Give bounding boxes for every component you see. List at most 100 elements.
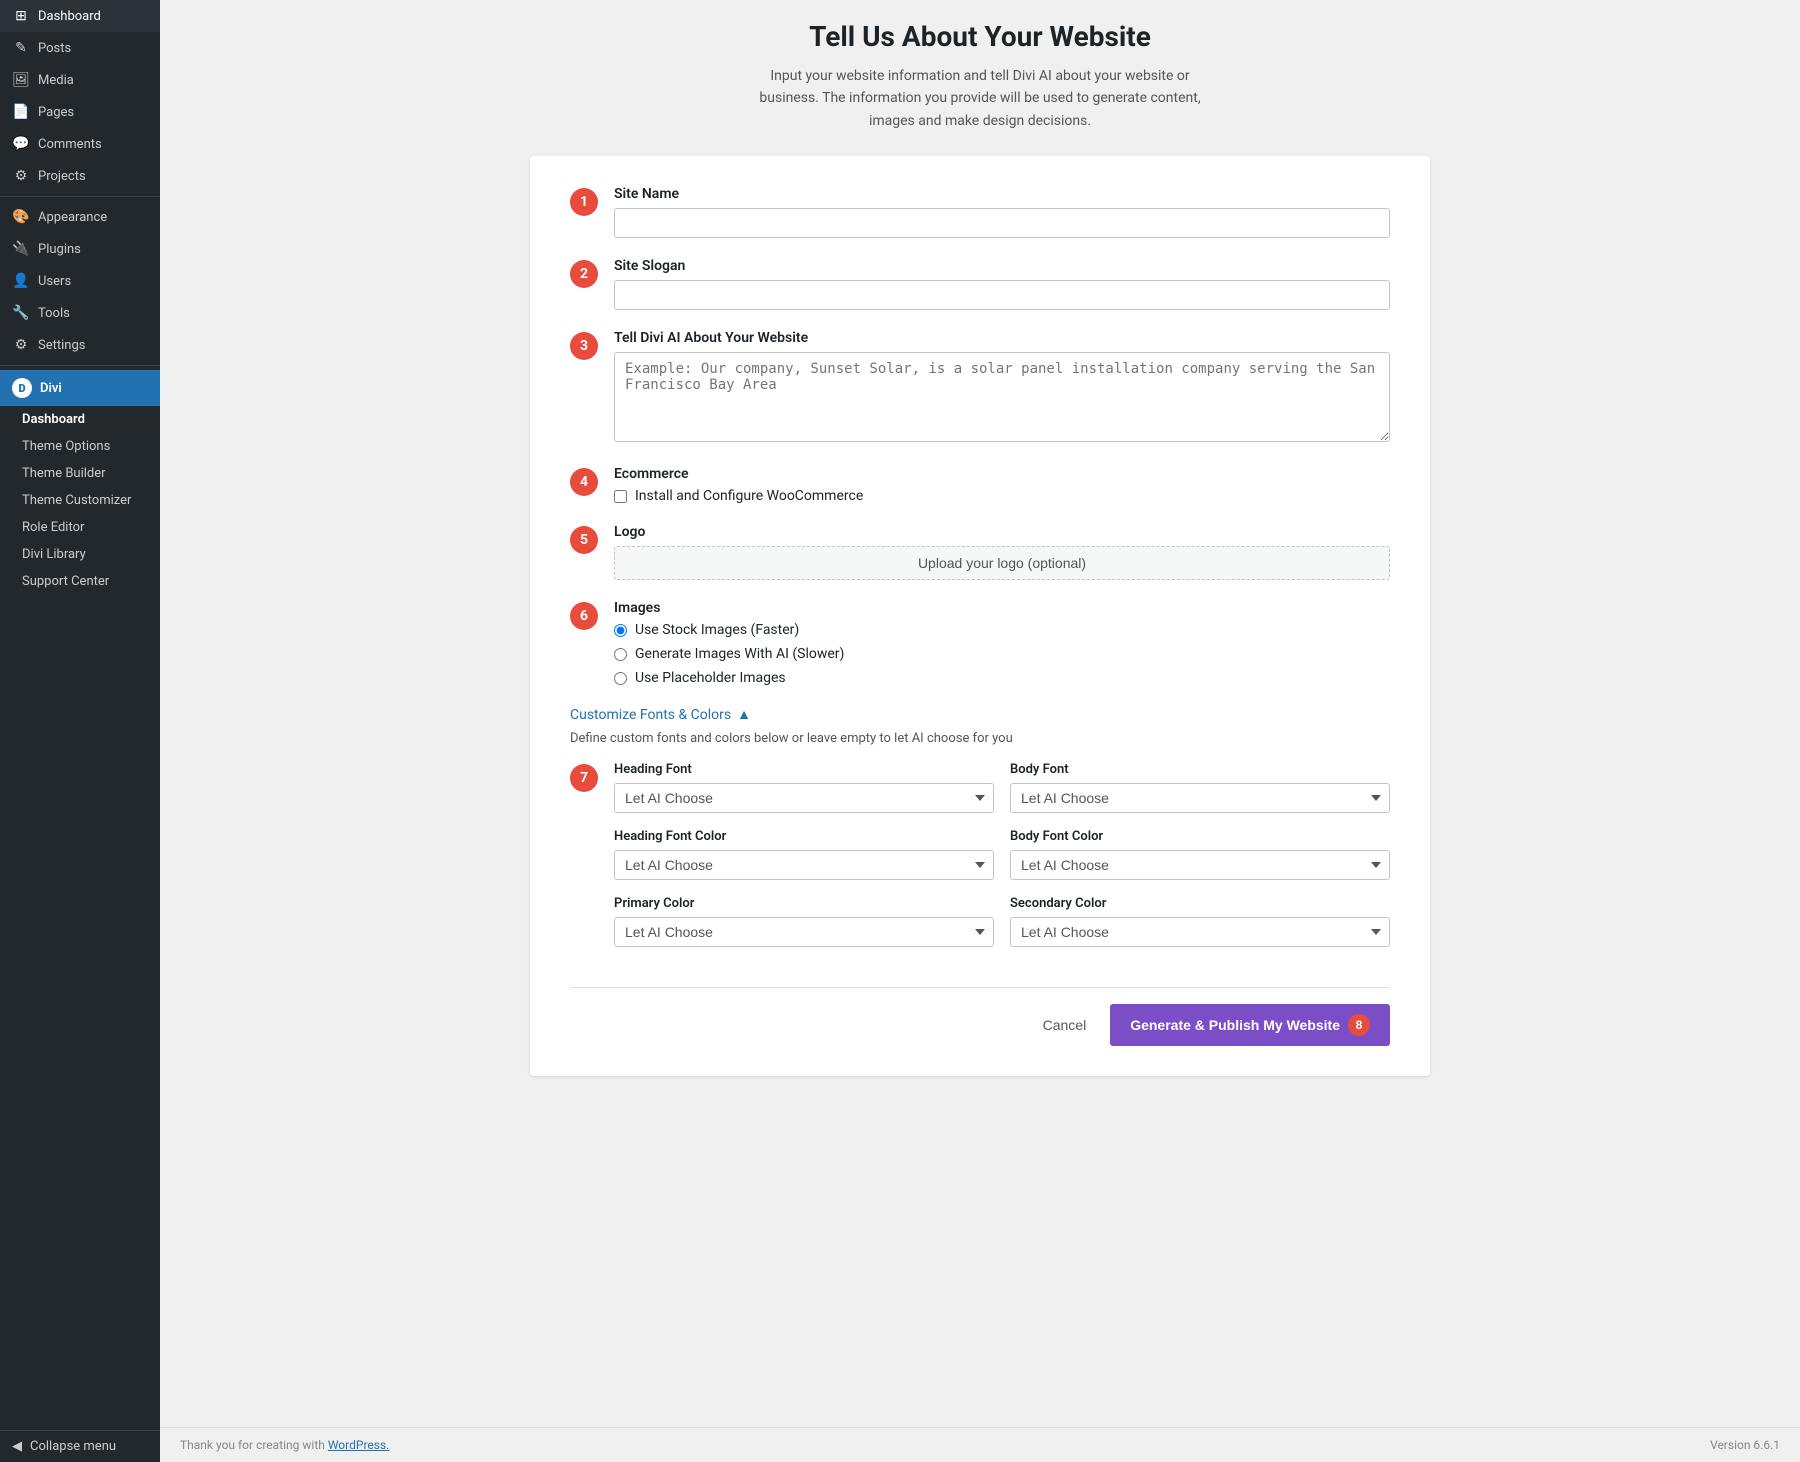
secondary-color-select[interactable]: Let AI Choose [1010, 917, 1390, 947]
woocommerce-checkbox[interactable] [614, 490, 627, 503]
sidebar-sub-item-theme-builder[interactable]: Theme Builder [0, 460, 160, 487]
page-title: Tell Us About Your Website [200, 20, 1760, 53]
sidebar-item-appearance[interactable]: 🎨 Appearance [0, 201, 160, 233]
sidebar-item-tools[interactable]: 🔧 Tools [0, 297, 160, 329]
secondary-color-field: Secondary Color Let AI Choose [1010, 896, 1390, 947]
sidebar-item-comments[interactable]: 💬 Comments [0, 128, 160, 160]
sidebar-item-pages[interactable]: 📄 Pages [0, 96, 160, 128]
page-wrapper: Tell Us About Your Website Input your we… [160, 0, 1800, 1462]
heading-font-select[interactable]: Let AI Choose [614, 783, 994, 813]
customize-fonts-toggle[interactable]: Customize Fonts & Colors ▲ [570, 706, 1390, 723]
section-images: 6 Images Use Stock Images (Faster) Gener… [570, 600, 1390, 686]
generate-label: Generate & Publish My Website [1130, 1017, 1340, 1033]
woocommerce-label: Install and Configure WooCommerce [635, 488, 863, 504]
about-textarea[interactable] [614, 352, 1390, 442]
page-subtitle: Input your website information and tell … [750, 65, 1210, 132]
heading-font-color-select[interactable]: Let AI Choose [614, 850, 994, 880]
settings-icon: ⚙ [12, 337, 30, 353]
radio-stock-label: Use Stock Images (Faster) [635, 622, 799, 638]
wordpress-link[interactable]: WordPress. [328, 1438, 389, 1452]
section-2-content: Site Slogan [614, 258, 1390, 310]
body-font-color-label: Body Font Color [1010, 829, 1390, 844]
section-6-content: Images Use Stock Images (Faster) Generat… [614, 600, 1390, 686]
generate-button[interactable]: Generate & Publish My Website 8 [1110, 1004, 1390, 1046]
body-font-select[interactable]: Let AI Choose [1010, 783, 1390, 813]
sidebar-divider-1 [0, 196, 160, 197]
sidebar-item-users[interactable]: 👤 Users [0, 265, 160, 297]
radio-placeholder: Use Placeholder Images [614, 670, 1390, 686]
customize-info-text: Define custom fonts and colors below or … [570, 731, 1390, 746]
section-4-content: Ecommerce Install and Configure WooComme… [614, 466, 1390, 504]
radio-ai-label: Generate Images With AI (Slower) [635, 646, 844, 662]
form-footer: Cancel Generate & Publish My Website 8 [570, 987, 1390, 1046]
section-about: 3 Tell Divi AI About Your Website [570, 330, 1390, 446]
site-name-input[interactable] [614, 208, 1390, 238]
projects-icon: ⚙ [12, 168, 30, 184]
step-5-badge: 5 [570, 526, 598, 554]
radio-ai-input[interactable] [614, 648, 627, 661]
step-1-badge: 1 [570, 188, 598, 216]
sidebar-sub-item-divi-library[interactable]: Divi Library [0, 541, 160, 568]
sidebar-sub-item-dashboard[interactable]: Dashboard [0, 406, 160, 433]
plugins-icon: 🔌 [12, 241, 30, 257]
chevron-up-icon: ▲ [737, 706, 751, 723]
sidebar-divider-2 [0, 365, 160, 366]
version-text: Version 6.6.1 [1710, 1438, 1780, 1452]
sidebar: ⊞ Dashboard ✎ Posts 🖼 Media 📄 Pages 💬 Co… [0, 0, 160, 1462]
cancel-button[interactable]: Cancel [1031, 1011, 1099, 1039]
woocommerce-row: Install and Configure WooCommerce [614, 488, 1390, 504]
form-card: 1 Site Name 2 Site Slogan 3 Tell Divi AI… [530, 156, 1430, 1076]
sidebar-item-projects[interactable]: ⚙ Projects [0, 160, 160, 192]
site-slogan-input[interactable] [614, 280, 1390, 310]
images-label: Images [614, 600, 1390, 616]
heading-font-color-field: Heading Font Color Let AI Choose [614, 829, 994, 880]
sidebar-sub-item-support-center[interactable]: Support Center [0, 568, 160, 595]
step-4-badge: 4 [570, 468, 598, 496]
section-7-content: Heading Font Let AI Choose Body Font Let… [614, 762, 1390, 963]
site-slogan-label: Site Slogan [614, 258, 1390, 274]
sidebar-item-plugins[interactable]: 🔌 Plugins [0, 233, 160, 265]
secondary-color-label: Secondary Color [1010, 896, 1390, 911]
section-logo: 5 Logo Upload your logo (optional) [570, 524, 1390, 580]
body-font-label: Body Font [1010, 762, 1390, 777]
sidebar-sub-menu: Dashboard Theme Options Theme Builder Th… [0, 406, 160, 595]
primary-color-field: Primary Color Let AI Choose [614, 896, 994, 947]
primary-color-label: Primary Color [614, 896, 994, 911]
logo-label: Logo [614, 524, 1390, 540]
body-font-color-field: Body Font Color Let AI Choose [1010, 829, 1390, 880]
images-radio-group: Use Stock Images (Faster) Generate Image… [614, 622, 1390, 686]
primary-color-select[interactable]: Let AI Choose [614, 917, 994, 947]
collapse-menu-button[interactable]: ◀ Collapse menu [0, 1430, 160, 1462]
appearance-icon: 🎨 [12, 209, 30, 225]
radio-placeholder-input[interactable] [614, 672, 627, 685]
sidebar-item-settings[interactable]: ⚙ Settings [0, 329, 160, 361]
upload-logo-button[interactable]: Upload your logo (optional) [614, 546, 1390, 580]
about-label: Tell Divi AI About Your Website [614, 330, 1390, 346]
body-font-color-select[interactable]: Let AI Choose [1010, 850, 1390, 880]
section-1-content: Site Name [614, 186, 1390, 238]
comments-icon: 💬 [12, 136, 30, 152]
section-site-slogan: 2 Site Slogan [570, 258, 1390, 310]
step-7-badge: 7 [570, 764, 598, 792]
heading-font-field: Heading Font Let AI Choose [614, 762, 994, 813]
sidebar-item-posts[interactable]: ✎ Posts [0, 32, 160, 64]
section-fonts: 7 Heading Font Let AI Choose Body Font [570, 762, 1390, 963]
section-site-name: 1 Site Name [570, 186, 1390, 238]
radio-stock: Use Stock Images (Faster) [614, 622, 1390, 638]
section-3-content: Tell Divi AI About Your Website [614, 330, 1390, 446]
sidebar-sub-item-theme-options[interactable]: Theme Options [0, 433, 160, 460]
step-8-badge: 8 [1348, 1014, 1370, 1036]
section-5-content: Logo Upload your logo (optional) [614, 524, 1390, 580]
dashboard-icon: ⊞ [12, 8, 30, 24]
radio-stock-input[interactable] [614, 624, 627, 637]
fonts-grid: Heading Font Let AI Choose Body Font Let… [614, 762, 1390, 947]
sidebar-sub-item-theme-customizer[interactable]: Theme Customizer [0, 487, 160, 514]
sidebar-item-media[interactable]: 🖼 Media [0, 64, 160, 96]
footer-bar: Thank you for creating with WordPress. V… [160, 1427, 1800, 1462]
sidebar-sub-item-role-editor[interactable]: Role Editor [0, 514, 160, 541]
sidebar-item-dashboard[interactable]: ⊞ Dashboard [0, 0, 160, 32]
main-content: Tell Us About Your Website Input your we… [160, 0, 1800, 1427]
body-font-field: Body Font Let AI Choose [1010, 762, 1390, 813]
sidebar-divi[interactable]: D Divi [0, 370, 160, 406]
step-3-badge: 3 [570, 332, 598, 360]
